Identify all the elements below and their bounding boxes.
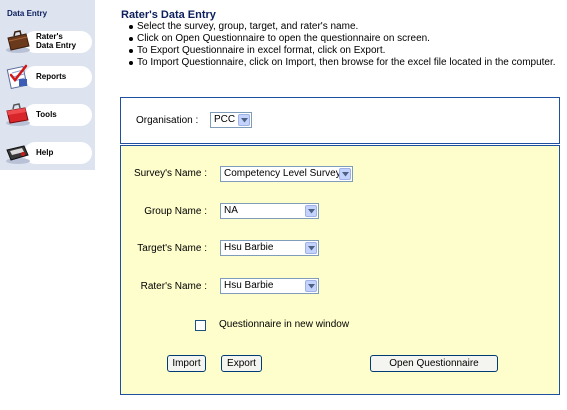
chevron-down-icon[interactable] xyxy=(339,168,351,180)
sidebar-item-reports[interactable]: Reports xyxy=(2,62,93,92)
briefcase-icon xyxy=(4,28,32,59)
instruction-item: To Export Questionnaire in excel format,… xyxy=(122,45,556,57)
target-name-select[interactable]: Hsu Barbie xyxy=(220,240,319,256)
instructions-list: Select the survey, group, target, and ra… xyxy=(122,21,556,69)
instruction-item: Select the survey, group, target, and ra… xyxy=(122,21,556,33)
sidebar-item-label: Reports xyxy=(36,72,67,81)
export-button[interactable]: Export xyxy=(221,355,262,372)
chevron-down-icon[interactable] xyxy=(305,280,317,292)
sidebar-item-label: Tools xyxy=(36,110,57,119)
sidebar-item-label: Data Entry xyxy=(36,41,77,50)
sidebar-title: Data Entry xyxy=(7,9,48,18)
instruction-item: Click on Open Questionnaire to open the … xyxy=(122,33,556,45)
sidebar-item-label: Rater's xyxy=(36,32,63,41)
survey-name-select[interactable]: Competency Level Survey xyxy=(220,166,353,182)
form-panel: Survey's Name : Competency Level Survey … xyxy=(120,145,560,395)
target-name-label: Target's Name : xyxy=(137,243,207,254)
chevron-down-icon[interactable] xyxy=(238,114,250,126)
rater-name-select[interactable]: Hsu Barbie xyxy=(220,278,319,294)
new-window-label: Questionnaire in new window xyxy=(219,319,350,330)
sidebar: Data Entry Rater's Data Entry Reports To… xyxy=(0,0,95,170)
sidebar-item-tools[interactable]: Tools xyxy=(2,100,93,130)
survey-name-select-value: Competency Level Survey xyxy=(224,168,341,179)
sidebar-item-help[interactable]: Help xyxy=(2,138,93,168)
new-window-checkbox[interactable] xyxy=(195,320,206,331)
rater-name-label: Rater's Name : xyxy=(140,281,207,292)
target-name-select-value: Hsu Barbie xyxy=(224,242,274,253)
group-name-select[interactable]: NA xyxy=(220,203,319,219)
chevron-down-icon[interactable] xyxy=(305,205,317,217)
organisation-panel: Organisation : PCC xyxy=(120,97,560,144)
instruction-item: To Import Questionnaire, click on Import… xyxy=(122,57,556,69)
toolbox-icon xyxy=(4,101,32,132)
survey-name-label: Survey's Name : xyxy=(133,168,207,179)
report-checklist-icon xyxy=(4,63,32,94)
sidebar-item-raters-data-entry[interactable]: Rater's Data Entry xyxy=(2,27,93,57)
organisation-select[interactable]: PCC xyxy=(210,112,252,128)
help-device-icon xyxy=(4,139,32,170)
group-name-select-value: NA xyxy=(224,205,238,216)
open-questionnaire-button[interactable]: Open Questionnaire xyxy=(370,355,498,372)
rater-name-select-value: Hsu Barbie xyxy=(224,280,274,291)
organisation-label: Organisation : xyxy=(136,115,199,126)
group-name-label: Group Name : xyxy=(144,206,207,217)
chevron-down-icon[interactable] xyxy=(305,242,317,254)
page-title: Rater's Data Entry xyxy=(121,9,216,21)
sidebar-item-label: Help xyxy=(36,148,54,157)
organisation-select-value: PCC xyxy=(214,114,236,125)
import-button[interactable]: Import xyxy=(167,355,206,372)
